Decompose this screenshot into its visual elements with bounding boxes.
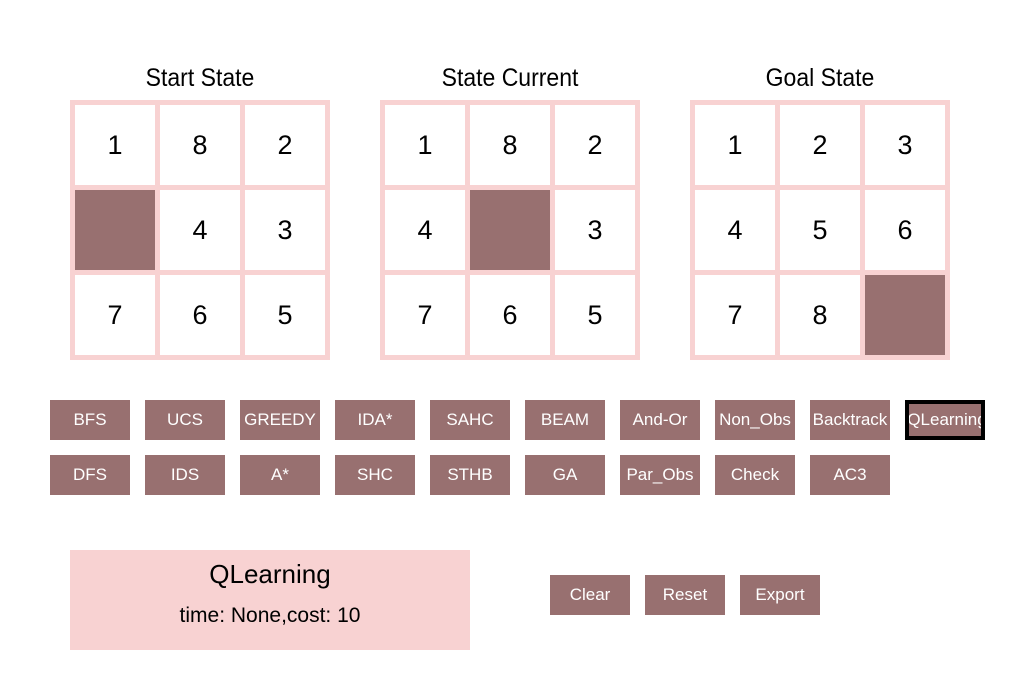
algorithm-label: DFS	[73, 465, 107, 484]
algorithm-button-ids[interactable]: IDS	[145, 455, 225, 495]
blank-tile	[75, 190, 155, 270]
goal-tile: 3	[865, 105, 945, 185]
algorithm-label: GA	[552, 465, 578, 484]
algorithm-label: Check	[730, 465, 780, 484]
algorithm-label: BEAM	[540, 410, 590, 429]
start-state-title: Start State	[145, 64, 255, 92]
algorithm-label: Non_Obs	[719, 410, 791, 429]
current-state-board: 1 8 2 4 3 7 6 5	[380, 100, 640, 360]
algorithm-label: Backtrack	[812, 410, 888, 429]
algorithm-label: A*	[271, 465, 289, 484]
goal-tile: 7	[695, 275, 775, 355]
start-tile: 4	[160, 190, 240, 270]
blank-tile	[470, 190, 550, 270]
current-tile: 3	[555, 190, 635, 270]
goal-tile: 5	[780, 190, 860, 270]
algorithm-button-non-obs[interactable]: Non_Obs	[715, 400, 795, 440]
start-tile: 5	[245, 275, 325, 355]
algorithm-button-ac3[interactable]: AC3	[810, 455, 890, 495]
start-tile: 8	[160, 105, 240, 185]
algorithm-button-par-obs[interactable]: Par_Obs	[620, 455, 700, 495]
reset-button[interactable]: Reset	[645, 575, 725, 615]
algorithm-label: GREEDY	[244, 410, 316, 429]
clear-button[interactable]: Clear	[550, 575, 630, 615]
algorithm-button-shc[interactable]: SHC	[335, 455, 415, 495]
algorithm-button-and-or[interactable]: And-Or	[620, 400, 700, 440]
algorithm-label: QLearning	[907, 410, 985, 429]
algorithm-button-bfs[interactable]: BFS	[50, 400, 130, 440]
start-tile: 3	[245, 190, 325, 270]
current-tile: 2	[555, 105, 635, 185]
start-tile: 1	[75, 105, 155, 185]
algorithm-label: STHB	[447, 465, 493, 484]
algorithm-label: AC3	[833, 465, 867, 484]
algorithm-label: Par_Obs	[626, 465, 694, 484]
status-algorithm-name: QLearning	[209, 559, 331, 589]
start-tile: 6	[160, 275, 240, 355]
goal-tile: 8	[780, 275, 860, 355]
goal-state-title: Goal State	[765, 64, 875, 92]
status-time-cost: time: None,cost: 10	[179, 604, 361, 627]
current-tile: 7	[385, 275, 465, 355]
algorithm-button-a-star[interactable]: A*	[240, 455, 320, 495]
algorithm-button-ga[interactable]: GA	[525, 455, 605, 495]
algorithm-label: BFS	[73, 410, 107, 429]
algorithm-button-dfs[interactable]: DFS	[50, 455, 130, 495]
status-panel: QLearning time: None,cost: 10	[70, 550, 470, 650]
algorithm-button-ida-star[interactable]: IDA*	[335, 400, 415, 440]
algorithm-button-greedy[interactable]: GREEDY	[240, 400, 320, 440]
algorithm-button-ucs[interactable]: UCS	[145, 400, 225, 440]
start-tile: 7	[75, 275, 155, 355]
algorithm-label: SAHC	[446, 410, 494, 429]
algorithm-label: IDS	[170, 465, 200, 484]
goal-tile: 1	[695, 105, 775, 185]
export-button[interactable]: Export	[740, 575, 820, 615]
algorithm-label: SHC	[357, 465, 393, 484]
goal-tile: 4	[695, 190, 775, 270]
current-state-title: State Current	[441, 64, 579, 92]
current-tile: 4	[385, 190, 465, 270]
algorithm-label: UCS	[167, 410, 203, 429]
algorithm-label: And-Or	[632, 410, 688, 429]
algorithm-button-backtrack[interactable]: Backtrack	[810, 400, 890, 440]
current-tile: 8	[470, 105, 550, 185]
algorithm-button-sahc[interactable]: SAHC	[430, 400, 510, 440]
goal-tile: 6	[865, 190, 945, 270]
algorithm-button-beam[interactable]: BEAM	[525, 400, 605, 440]
algorithm-button-check[interactable]: Check	[715, 455, 795, 495]
algorithm-button-qlearning[interactable]: QLearning	[905, 400, 985, 440]
algorithm-label: IDA*	[357, 410, 393, 429]
start-tile: 2	[245, 105, 325, 185]
goal-state-board: 1 2 3 4 5 6 7 8	[690, 100, 950, 360]
algorithm-button-sthb[interactable]: STHB	[430, 455, 510, 495]
current-tile: 5	[555, 275, 635, 355]
goal-tile: 2	[780, 105, 860, 185]
start-state-board: 1 8 2 4 3 7 6 5	[70, 100, 330, 360]
current-tile: 6	[470, 275, 550, 355]
blank-tile	[865, 275, 945, 355]
current-tile: 1	[385, 105, 465, 185]
